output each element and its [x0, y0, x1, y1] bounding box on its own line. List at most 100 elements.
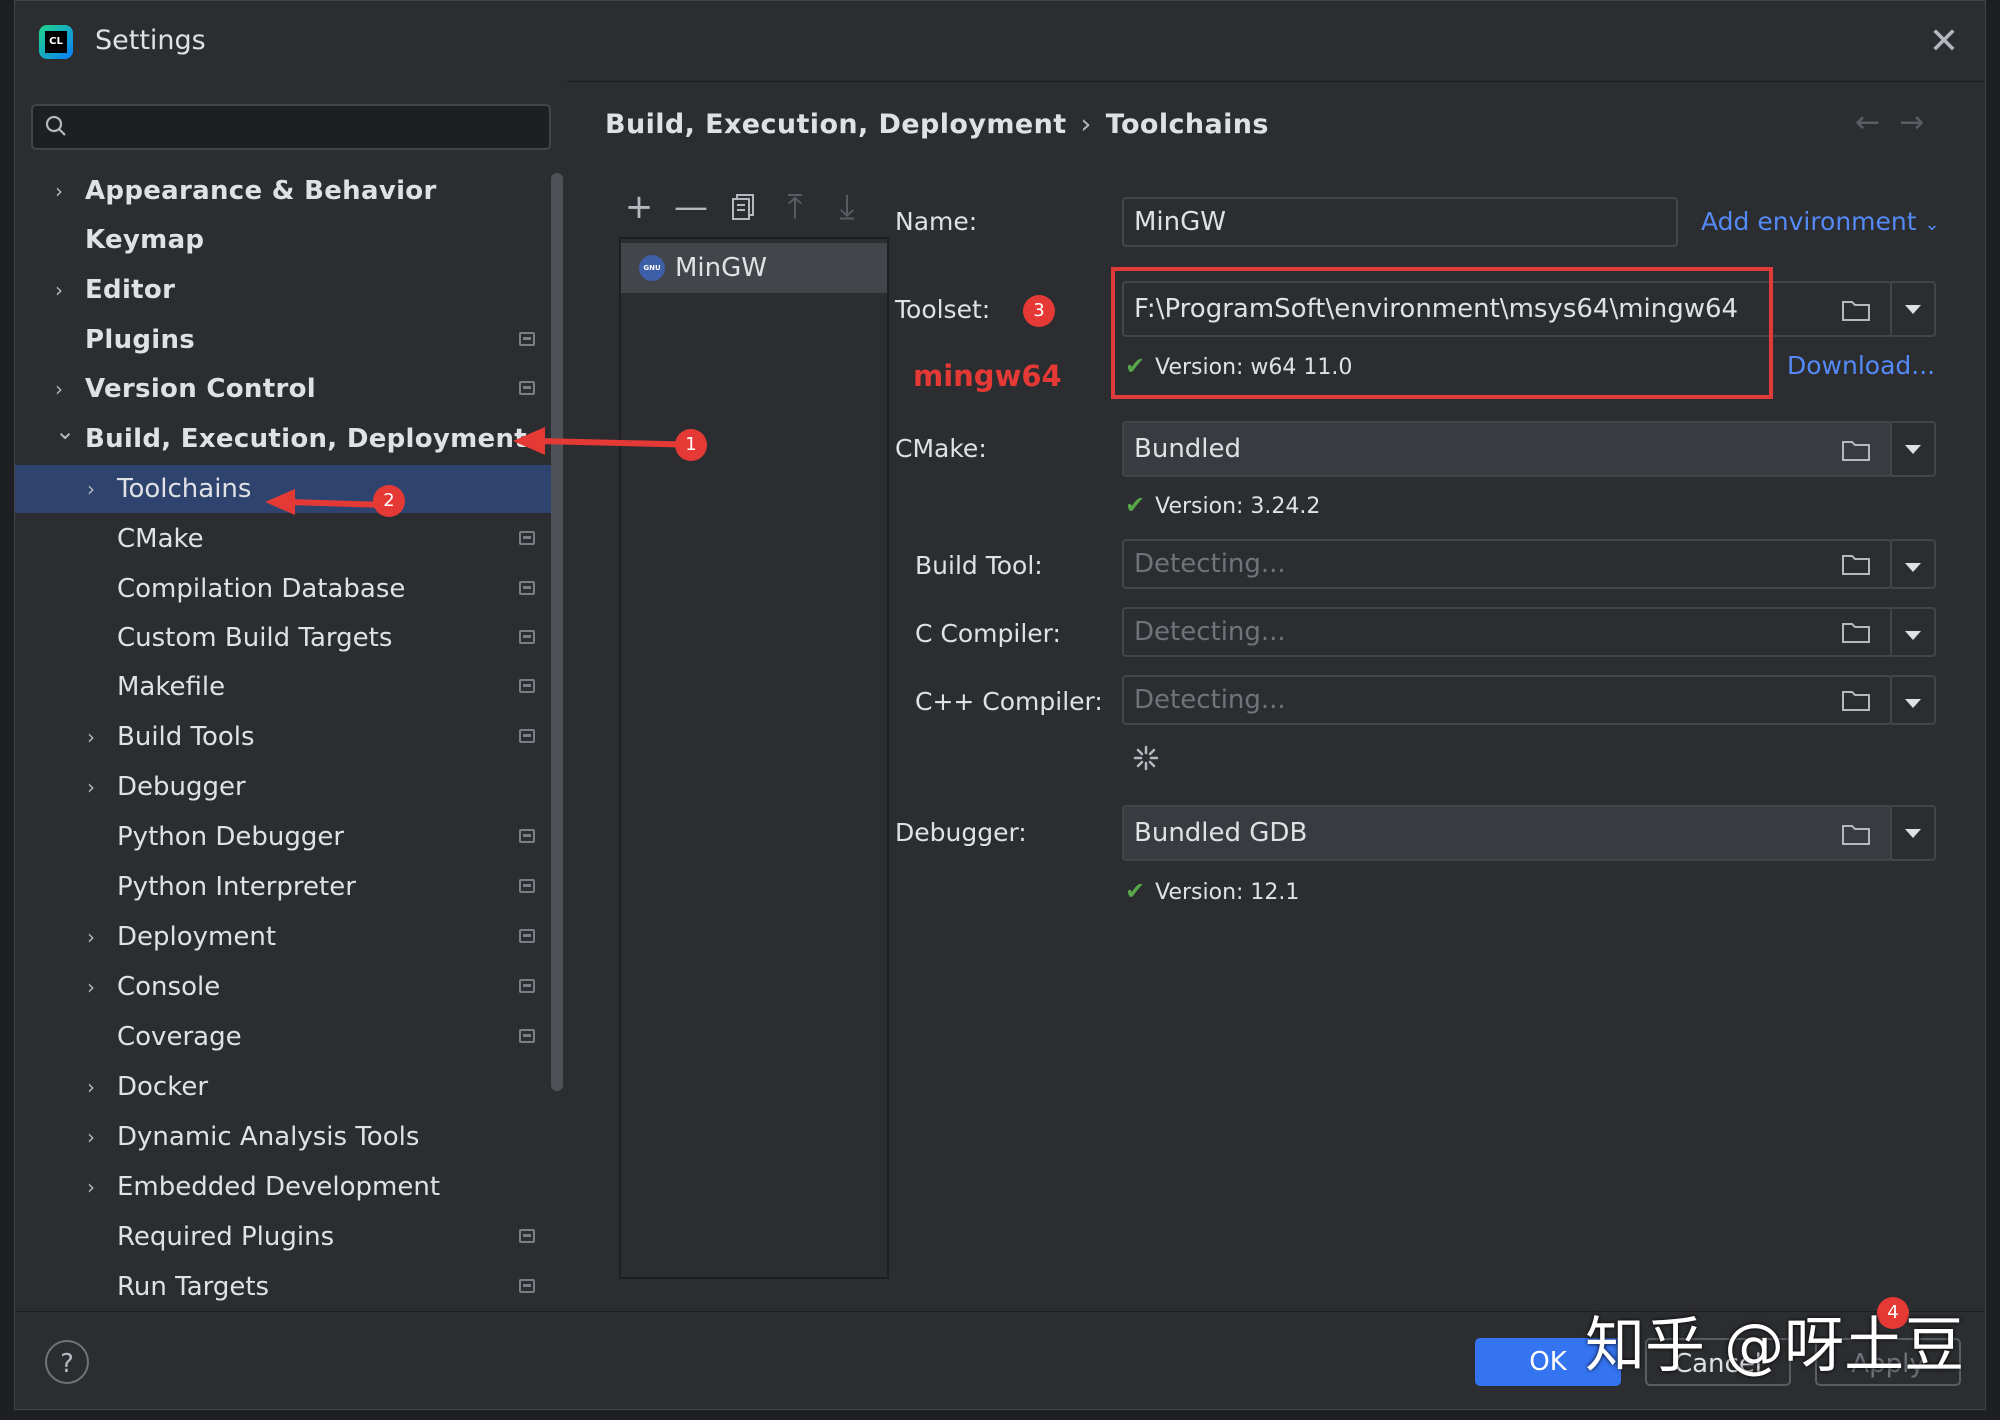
- back-arrow-icon[interactable]: ←: [1855, 105, 1880, 140]
- sidebar-item-dynamic-analysis-tools[interactable]: › Dynamic Analysis Tools: [15, 1113, 561, 1161]
- folder-icon[interactable]: [1841, 620, 1871, 644]
- add-environment-link[interactable]: Add environment ⌄: [1701, 207, 1940, 236]
- folder-icon[interactable]: [1841, 688, 1871, 712]
- sidebar-item-label: Editor: [85, 275, 176, 305]
- sidebar-item-build-execution-deployment[interactable]: ⌄ Build, Execution, Deployment: [15, 415, 561, 463]
- sidebar-item-required-plugins[interactable]: Required Plugins: [15, 1213, 561, 1261]
- c-compiler-dropdown-button[interactable]: [1892, 607, 1936, 657]
- folder-icon[interactable]: [1841, 552, 1871, 576]
- toolset-label: Toolset:: [895, 295, 991, 324]
- gnu-icon: GNU: [639, 255, 665, 281]
- sidebar-item-version-control[interactable]: › Version Control: [15, 365, 561, 413]
- chevron-right-icon[interactable]: ›: [87, 713, 95, 761]
- download-link[interactable]: Download...: [1787, 351, 1935, 380]
- sidebar-item-run-targets[interactable]: Run Targets: [15, 1263, 561, 1311]
- name-field[interactable]: MinGW: [1122, 197, 1678, 247]
- chevron-right-icon[interactable]: ›: [87, 1163, 95, 1211]
- breadcrumb-current: Toolchains: [1105, 109, 1269, 140]
- sidebar-item-label: Python Debugger: [117, 822, 345, 852]
- name-label: Name:: [895, 207, 978, 236]
- annotation-badge-2: 2: [373, 485, 405, 517]
- sidebar-item-label: Toolchains: [117, 474, 252, 504]
- chevron-down-icon[interactable]: ⌄: [55, 407, 75, 455]
- c-compiler-label: C Compiler:: [915, 619, 1061, 648]
- sidebar-item-keymap[interactable]: Keymap: [15, 216, 561, 264]
- sidebar-item-appearance-behavior[interactable]: › Appearance & Behavior: [15, 167, 561, 215]
- debugger-version: ✔ Version: 12.1: [1125, 877, 1299, 905]
- cmake-dropdown-button[interactable]: [1892, 421, 1936, 477]
- cmake-field[interactable]: Bundled: [1122, 421, 1892, 477]
- build-tool-field[interactable]: Detecting...: [1122, 539, 1892, 589]
- chevron-down-icon: ⌄: [1924, 214, 1940, 235]
- project-scope-icon: [519, 929, 535, 943]
- chevron-right-icon[interactable]: ›: [87, 763, 95, 811]
- sidebar-item-deployment[interactable]: › Deployment: [15, 913, 561, 961]
- sidebar-item-coverage[interactable]: Coverage: [15, 1013, 561, 1061]
- breadcrumb-parent[interactable]: Build, Execution, Deployment: [605, 109, 1067, 140]
- sidebar-item-build-tools[interactable]: › Build Tools: [15, 713, 561, 761]
- move-up-icon: ⤒: [787, 187, 803, 227]
- sidebar-item-label: Version Control: [85, 374, 316, 404]
- debugger-dropdown-button[interactable]: [1892, 805, 1936, 861]
- project-scope-icon: [519, 979, 535, 993]
- help-button[interactable]: ?: [45, 1340, 89, 1384]
- project-scope-icon: [519, 679, 535, 693]
- add-icon[interactable]: +: [619, 187, 659, 227]
- sidebar-item-editor[interactable]: › Editor: [15, 266, 561, 314]
- sidebar-item-makefile[interactable]: Makefile: [15, 663, 561, 711]
- sidebar-item-compilation-database[interactable]: Compilation Database: [15, 565, 561, 613]
- sidebar-item-console[interactable]: › Console: [15, 963, 561, 1011]
- annotation-badge-3: 3: [1023, 295, 1055, 327]
- sidebar-item-custom-build-targets[interactable]: Custom Build Targets: [15, 614, 561, 662]
- project-scope-icon: [519, 531, 535, 545]
- c-compiler-field[interactable]: Detecting...: [1122, 607, 1892, 657]
- project-scope-icon: [519, 332, 535, 346]
- folder-icon[interactable]: [1841, 438, 1871, 462]
- project-scope-icon: [519, 829, 535, 843]
- debugger-field[interactable]: Bundled GDB: [1122, 805, 1892, 861]
- chevron-right-icon[interactable]: ›: [87, 465, 95, 513]
- sidebar-item-plugins[interactable]: Plugins: [15, 316, 561, 364]
- folder-icon[interactable]: [1841, 822, 1871, 846]
- toolchain-item-mingw[interactable]: GNU MinGW: [621, 243, 887, 293]
- cpp-compiler-label: C++ Compiler:: [915, 687, 1103, 716]
- folder-icon[interactable]: [1841, 298, 1871, 322]
- sidebar-item-label: Python Interpreter: [117, 872, 356, 902]
- project-scope-icon: [519, 1229, 535, 1243]
- chevron-right-icon[interactable]: ›: [87, 913, 95, 961]
- sidebar-item-debugger[interactable]: › Debugger: [15, 763, 561, 811]
- clion-logo-icon: CL: [39, 25, 73, 59]
- sidebar-item-python-debugger[interactable]: Python Debugger: [15, 813, 561, 861]
- toolchain-item-label: MinGW: [675, 253, 767, 283]
- remove-icon[interactable]: —: [671, 187, 711, 227]
- sidebar-item-label: Appearance & Behavior: [85, 176, 437, 206]
- project-scope-icon: [519, 729, 535, 743]
- chevron-right-icon[interactable]: ›: [55, 266, 63, 314]
- title-bar: CL Settings ✕: [15, 1, 1985, 82]
- sidebar-item-python-interpreter[interactable]: Python Interpreter: [15, 863, 561, 911]
- debugger-label: Debugger:: [895, 818, 1027, 847]
- chevron-right-icon[interactable]: ›: [55, 167, 63, 215]
- sidebar-item-label: Required Plugins: [117, 1222, 335, 1252]
- zhihu-watermark: 知乎 @呀土豆: [1585, 1311, 1965, 1381]
- close-icon[interactable]: ✕: [1929, 21, 1959, 62]
- build-tool-dropdown-button[interactable]: [1892, 539, 1936, 589]
- cmake-version-text: Version: 3.24.2: [1155, 494, 1321, 519]
- cpp-compiler-dropdown-button[interactable]: [1892, 675, 1936, 725]
- chevron-right-icon[interactable]: ›: [87, 963, 95, 1011]
- toolset-dropdown-button[interactable]: [1892, 281, 1936, 337]
- debugger-version-text: Version: 12.1: [1155, 880, 1300, 905]
- sidebar-item-label: Docker: [117, 1072, 209, 1102]
- search-input[interactable]: [31, 104, 551, 150]
- chevron-right-icon[interactable]: ›: [87, 1113, 95, 1161]
- sidebar-item-docker[interactable]: › Docker: [15, 1063, 561, 1111]
- forward-arrow-icon[interactable]: →: [1899, 105, 1924, 140]
- sidebar-item-embedded-development[interactable]: › Embedded Development: [15, 1163, 561, 1211]
- copy-icon[interactable]: [723, 187, 763, 227]
- sidebar-item-label: Build, Execution, Deployment: [85, 424, 528, 454]
- cpp-compiler-field[interactable]: Detecting...: [1122, 675, 1892, 725]
- sidebar-item-label: Run Targets: [117, 1272, 270, 1302]
- sidebar-scrollbar[interactable]: [551, 173, 563, 1091]
- chevron-right-icon[interactable]: ›: [55, 365, 63, 413]
- chevron-right-icon[interactable]: ›: [87, 1063, 95, 1111]
